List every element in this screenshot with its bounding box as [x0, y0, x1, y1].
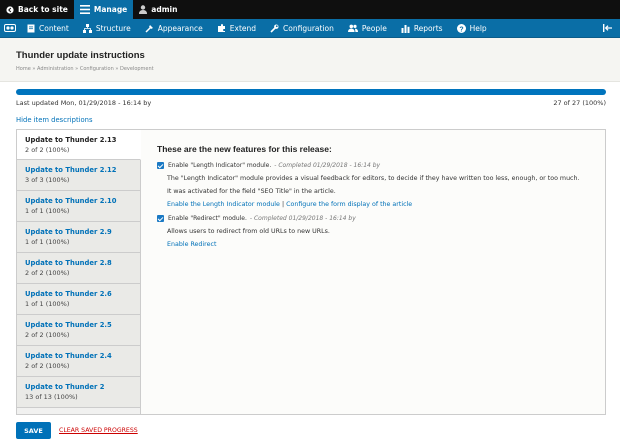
manage-label: Manage [93, 5, 128, 14]
tab-update-2[interactable]: Update to Thunder 2 13 of 13 (100%) [17, 377, 140, 408]
tab-summary: 2 of 2 (100%) [25, 269, 70, 277]
tab-title: Update to Thunder 2.5 [25, 321, 112, 329]
tab-title: Update to Thunder 2.10 [25, 197, 117, 205]
tab-summary: 1 of 1 (100%) [25, 207, 70, 215]
feature-links: Enable the Length Indicator module | Con… [167, 201, 597, 208]
tab-title: Update to Thunder 2.6 [25, 290, 112, 298]
menu-item-label: Configuration [283, 23, 334, 33]
tab-title: Update to Thunder 2.4 [25, 352, 112, 360]
progress-count: 27 of 27 (100%) [553, 99, 606, 107]
people-icon [347, 24, 358, 32]
hamburger-icon [79, 5, 90, 14]
redirect-checkbox[interactable] [157, 215, 164, 222]
feature-description: Allows users to redirect from old URLs t… [167, 228, 330, 235]
page-header: Thunder update instructions Home » Admin… [0, 38, 620, 82]
menu-item-people[interactable]: People [341, 19, 394, 38]
tab-summary: 1 of 1 (100%) [25, 238, 70, 246]
configuration-icon [270, 24, 279, 33]
tab-title: Update to Thunder 2.13 [25, 136, 117, 144]
breadcrumb: Home » Administration » Configuration » … [16, 66, 154, 72]
feature-links: Enable Redirect [167, 241, 597, 248]
admin-toolbar: Back to site Manage admin [0, 0, 620, 19]
enable-length-indicator-link[interactable]: Enable the Length Indicator module [167, 201, 280, 208]
feature-label: Enable "Length Indicator" module. [168, 162, 272, 169]
reports-icon [401, 24, 410, 33]
toolbar-orientation-toggle[interactable] [596, 19, 620, 38]
tab-update-2-8[interactable]: Update to Thunder 2.8 2 of 2 (100%) [17, 253, 140, 284]
extend-icon [217, 23, 225, 32]
content-icon [27, 24, 35, 32]
tab-title: Update to Thunder 2.8 [25, 259, 112, 267]
tab-update-2-6[interactable]: Update to Thunder 2.6 1 of 1 (100%) [17, 284, 140, 315]
tab-summary: 2 of 2 (100%) [25, 146, 70, 154]
menu-item-reports[interactable]: Reports [394, 19, 450, 38]
menu-item-content[interactable]: Content [20, 19, 76, 38]
enable-redirect-link[interactable]: Enable Redirect [167, 241, 216, 248]
svg-text:?: ? [459, 26, 463, 33]
tab-title: Update to Thunder 2.12 [25, 166, 117, 174]
tab-summary: 2 of 2 (100%) [25, 331, 70, 339]
tab-summary: 2 of 2 (100%) [25, 362, 70, 370]
feature-description: It was activated for the field "SEO Titl… [167, 188, 336, 195]
menu-item-label: Content [39, 23, 69, 33]
feature-length-indicator: Enable "Length Indicator" module. - Comp… [157, 162, 597, 169]
back-to-site-link[interactable]: Back to site [0, 0, 74, 19]
back-arrow-icon [6, 5, 14, 14]
feature-status: - Completed 01/29/2018 - 16:14 by [274, 162, 381, 169]
last-updated-text: Last updated Mon, 01/29/2018 - 16:14 by [16, 99, 152, 107]
menu-item-appearance[interactable]: Appearance [138, 19, 210, 38]
feature-status: - Completed 01/29/2018 - 16:14 by [249, 215, 356, 222]
tab-update-2-4[interactable]: Update to Thunder 2.4 2 of 2 (100%) [17, 346, 140, 377]
page-title: Thunder update instructions [16, 50, 145, 61]
features-heading: These are the new features for this rele… [157, 144, 332, 154]
save-button[interactable]: SAVE [16, 422, 51, 439]
tab-update-2-9[interactable]: Update to Thunder 2.9 1 of 1 (100%) [17, 222, 140, 253]
tab-content: These are the new features for this rele… [157, 144, 597, 248]
drupal-logo-icon [4, 24, 16, 32]
tab-update-2-10[interactable]: Update to Thunder 2.10 1 of 1 (100%) [17, 191, 140, 222]
tab-summary: 13 of 13 (100%) [25, 393, 78, 401]
tab-title: Update to Thunder 2 [25, 383, 105, 391]
user-menu[interactable]: admin [133, 0, 183, 19]
back-to-site-label: Back to site [18, 5, 68, 14]
menu-item-label: People [361, 23, 387, 33]
admin-menu-tray: Content Structure Appearance Extend Conf… [0, 19, 620, 38]
appearance-icon [145, 24, 153, 33]
shortcut-toggle[interactable] [0, 19, 20, 38]
tab-summary: 3 of 3 (100%) [25, 176, 70, 184]
menu-item-help[interactable]: ? Help [450, 19, 494, 38]
feature-description: The "Length Indicator" module provides a… [167, 175, 580, 182]
menu-item-extend[interactable]: Extend [210, 19, 263, 38]
form-actions: SAVE CLEAR SAVED PROGRESS [16, 422, 138, 439]
hide-descriptions-link[interactable]: Hide item descriptions [16, 116, 93, 124]
menu-item-label: Reports [413, 23, 443, 33]
menu-item-label: Help [469, 23, 487, 33]
progress-bar [16, 89, 606, 95]
tab-update-2-13[interactable]: Update to Thunder 2.13 2 of 2 (100%) [17, 130, 141, 160]
structure-icon [82, 23, 92, 33]
help-icon: ? [456, 23, 466, 33]
tab-title: Update to Thunder 2.9 [25, 228, 112, 236]
menu-item-label: Structure [95, 23, 131, 33]
tab-summary: 1 of 1 (100%) [25, 300, 70, 308]
feature-label: Enable "Redirect" module. [168, 215, 247, 222]
tab-update-2-12[interactable]: Update to Thunder 2.12 3 of 3 (100%) [17, 160, 140, 191]
menu-item-label: Appearance [157, 23, 203, 33]
tab-update-2-5[interactable]: Update to Thunder 2.5 2 of 2 (100%) [17, 315, 140, 346]
link-separator: | [281, 201, 285, 208]
user-label: admin [151, 5, 178, 14]
collapse-arrow-icon [603, 24, 612, 32]
menu-item-structure[interactable]: Structure [76, 19, 138, 38]
manage-tab[interactable]: Manage [73, 0, 134, 19]
configure-form-display-link[interactable]: Configure the form display of the articl… [286, 201, 412, 208]
feature-redirect: Enable "Redirect" module. - Completed 01… [157, 215, 597, 222]
length-indicator-checkbox[interactable] [157, 162, 164, 169]
vertical-tabs: Update to Thunder 2.13 2 of 2 (100%) Upd… [17, 130, 141, 414]
user-icon [139, 5, 148, 14]
update-panel: Update to Thunder 2.13 2 of 2 (100%) Upd… [16, 129, 606, 415]
clear-progress-link[interactable]: CLEAR SAVED PROGRESS [59, 427, 138, 434]
menu-item-configuration[interactable]: Configuration [263, 19, 341, 38]
menu-item-label: Extend [229, 23, 257, 33]
